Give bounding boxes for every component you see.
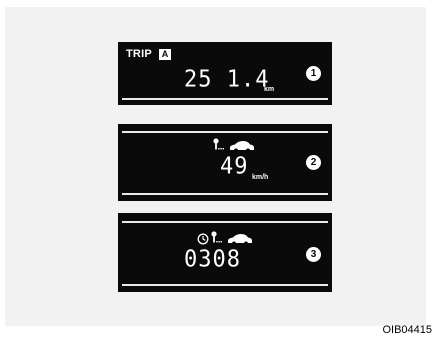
trip-label: TRIP <box>126 48 152 60</box>
key-icon <box>213 138 224 150</box>
clock-icon <box>197 233 209 245</box>
lcd-display-elapsed-time: 0308 <box>118 213 332 292</box>
average-speed-value: 49 <box>220 153 249 180</box>
display-rule-bottom <box>122 98 328 100</box>
distance-unit: km <box>264 86 275 93</box>
key-icon <box>211 231 222 243</box>
trip-distance-value: 25 1.4 <box>184 66 270 93</box>
figure-code: OIB04415 <box>382 324 432 336</box>
car-icon <box>230 141 254 153</box>
trip-a-badge: A <box>159 49 171 60</box>
display-rule-bottom <box>122 284 328 286</box>
speed-unit: km/h <box>252 174 269 181</box>
elapsed-time-value: 0308 <box>184 246 241 273</box>
display-rule-bottom <box>122 193 328 195</box>
callout-number-1: 1 <box>306 66 321 81</box>
callout-number-3: 3 <box>306 247 321 262</box>
display-rule-top <box>122 131 328 133</box>
car-icon <box>228 234 252 246</box>
lcd-display-average-speed: 49 km/h <box>118 124 332 201</box>
callout-number-2: 2 <box>306 155 321 170</box>
display-rule-top <box>122 221 328 223</box>
lcd-display-trip-distance: TRIP A 25 1.4 km <box>118 42 332 105</box>
